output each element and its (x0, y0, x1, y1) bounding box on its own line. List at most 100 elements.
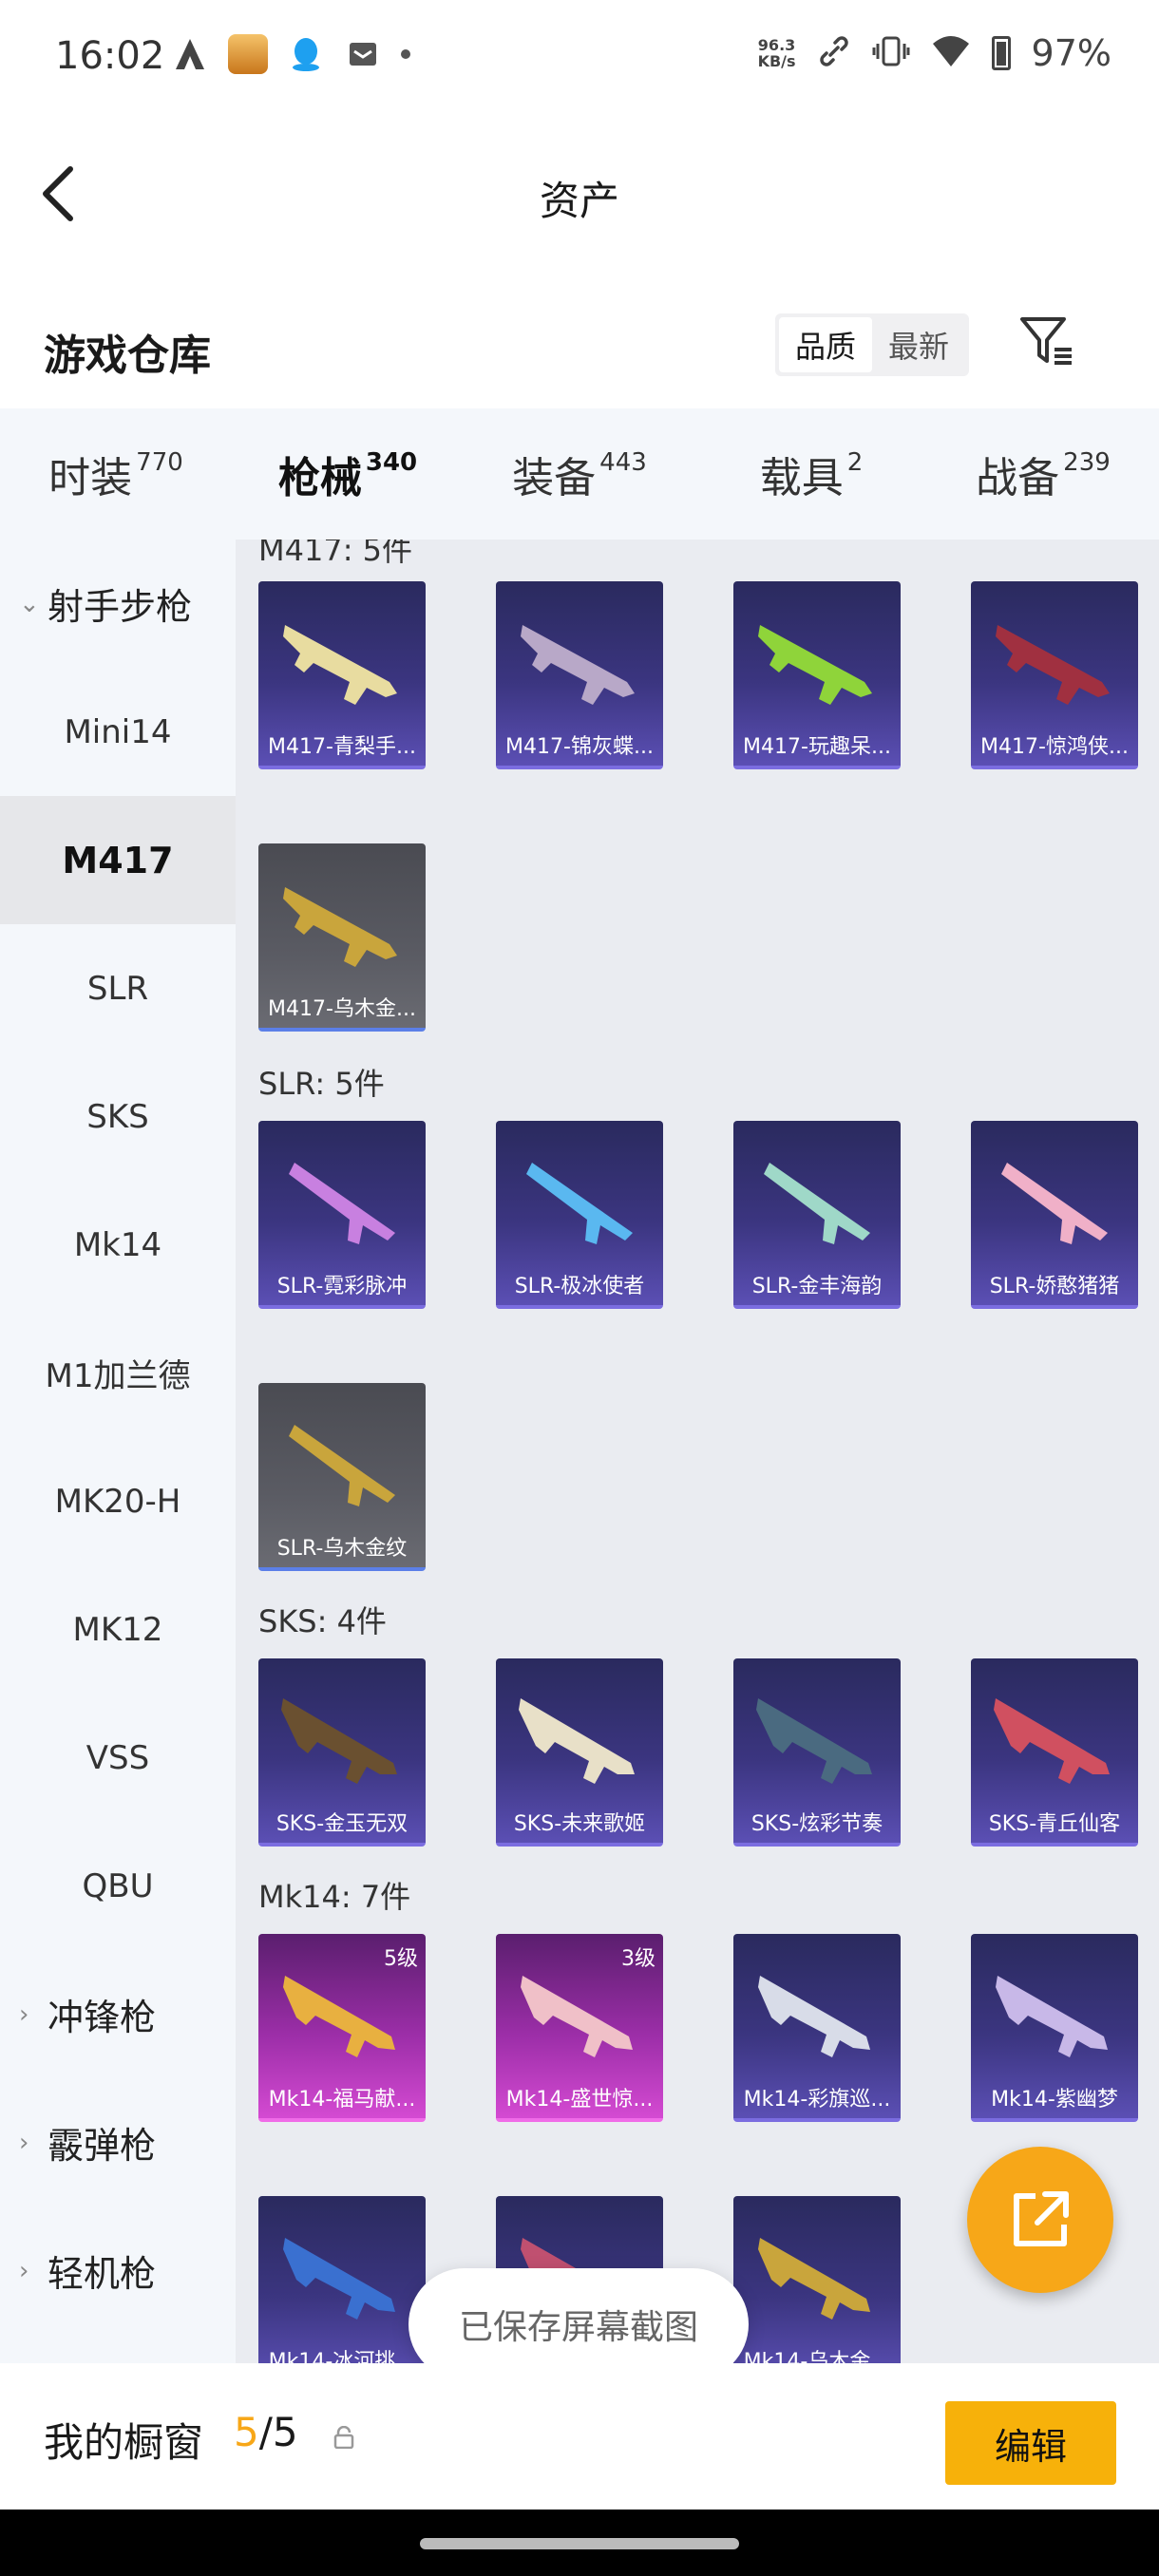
rifle-icon (996, 625, 1110, 705)
skin-card[interactable]: SLR-极冰使者 (496, 1121, 663, 1309)
tab-label: 枪械 (277, 454, 362, 502)
game-app-icon (228, 34, 268, 74)
share-fab-button[interactable] (967, 2147, 1113, 2293)
skin-card[interactable]: Mk14-冰河挑... (258, 2196, 426, 2363)
sidebar-group-smg[interactable]: › 冲锋枪 (0, 1950, 236, 2078)
sidebar-item-sks[interactable]: SKS (0, 1052, 236, 1181)
skin-card[interactable]: M417-锦灰蝶... (496, 581, 663, 769)
edit-button[interactable]: 编辑 (945, 2401, 1116, 2485)
sidebar-group-lmg[interactable]: › 轻机枪 (0, 2207, 236, 2335)
skin-card-label: SKS-炫彩节奏 (750, 1812, 884, 1836)
tab-label: 装备 (512, 454, 597, 502)
sidebar-item-mk14[interactable]: Mk14 (0, 1181, 236, 1309)
sidebar-item-m1-garand[interactable]: M1加兰德 (0, 1309, 236, 1437)
rifle-icon (283, 1976, 395, 2057)
skin-card[interactable]: Mk14-彩旗巡... (733, 1934, 901, 2122)
tab-fashion[interactable]: 时装 770 (0, 408, 232, 540)
skin-card-label: SLR-娇憨猪猪 (989, 1275, 1120, 1298)
rifle-icon (281, 1698, 397, 1784)
skin-card[interactable]: SLR-娇憨猪猪 (971, 1121, 1138, 1309)
tab-vehicles[interactable]: 载具 2 (695, 408, 927, 540)
skin-card-label: SKS-金玉无双 (276, 1812, 408, 1836)
skin-card-label: Mk14-彩旗巡... (743, 2088, 891, 2112)
tab-count: 340 (365, 448, 418, 477)
sidebar-group-marksman-rifles[interactable]: ⌄ 射手步枪 (0, 540, 236, 668)
sidebar-item-vss[interactable]: VSS (0, 1694, 236, 1822)
sort-latest-button[interactable]: 最新 (872, 317, 965, 372)
rifle-icon (1001, 1163, 1108, 1244)
skin-card-label: Mk14-冰河挑... (268, 2350, 416, 2363)
skin-card[interactable]: M417-惊鸿侠... (971, 581, 1138, 769)
skin-card[interactable]: Mk14-乌木金... (733, 2196, 901, 2363)
skin-card-label: M417-玩趣呆... (743, 735, 891, 759)
rifle-icon (283, 2238, 395, 2320)
skin-card-label: SLR-乌木金纹 (276, 1537, 408, 1561)
rifle-icon (996, 1976, 1108, 2057)
home-gesture-handle[interactable] (420, 2538, 739, 2549)
section-header-sks: SKS: 4件 (258, 1603, 387, 1639)
sidebar-item-qbu[interactable]: QBU (0, 1822, 236, 1950)
battery-level: 97% (1031, 32, 1112, 74)
sidebar-item-mk20h[interactable]: MK20-H (0, 1437, 236, 1565)
skin-card-label: Mk14-福马献... (268, 2088, 416, 2112)
level-badge: 3级 (621, 1947, 656, 1971)
sidebar-item-mini14[interactable]: Mini14 (0, 668, 236, 796)
status-bar: 16:02 96.3 KB/s 97% (0, 0, 1159, 118)
rifle-icon (283, 887, 397, 967)
skin-card[interactable]: 3级 Mk14-盛世惊... (496, 1934, 663, 2122)
rifle-icon (289, 1425, 395, 1506)
tab-label: 载具 (759, 454, 844, 502)
rifle-icon (283, 625, 397, 705)
tab-count: 2 (846, 448, 864, 477)
app-header: 资产 (0, 118, 1159, 270)
tab-label: 战备 (976, 454, 1060, 502)
skin-card[interactable]: M417-玩趣呆... (733, 581, 901, 769)
more-notifications-dot-icon (401, 49, 410, 59)
rifle-icon (758, 625, 872, 705)
sidebar-group-label: 霰弹枪 (48, 2125, 157, 2167)
skin-card[interactable]: SKS-金玉无双 (258, 1658, 426, 1847)
sidebar-item-mk12[interactable]: MK12 (0, 1565, 236, 1694)
tab-count: 239 (1063, 448, 1111, 477)
sort-toggle: 品质 最新 (775, 313, 969, 376)
tab-count: 443 (599, 448, 647, 477)
skin-card[interactable]: M417-青梨手... (258, 581, 426, 769)
category-tabs: 时装 770 枪械 340 装备 443 载具 2 战备 239 (0, 408, 1159, 540)
external-link-icon (1014, 2191, 1069, 2246)
skin-card-label: Mk14-紫幽梦 (991, 2088, 1118, 2112)
vibrate-icon (872, 34, 910, 72)
rifle-icon (994, 1698, 1110, 1784)
tab-supplies[interactable]: 战备 239 (927, 408, 1159, 540)
skin-card[interactable]: 5级 Mk14-福马献... (258, 1934, 426, 2122)
skin-card[interactable]: SLR-霓彩脉冲 (258, 1121, 426, 1309)
section-header-m417: M417: 5件 (258, 540, 413, 568)
skin-card[interactable]: SLR-金丰海韵 (733, 1121, 901, 1309)
sidebar-group-label: 冲锋枪 (48, 1997, 157, 2038)
skin-card-label: SLR-金丰海韵 (751, 1275, 883, 1298)
sort-quality-button[interactable]: 品质 (779, 317, 872, 372)
section-header-slr: SLR: 5件 (258, 1066, 385, 1102)
sidebar-item-slr[interactable]: SLR (0, 924, 236, 1052)
showcase-label: 我的橱窗 (44, 2419, 204, 2466)
rifle-icon (519, 1698, 635, 1784)
skin-card-label: Mk14-盛世惊... (505, 2088, 654, 2112)
rifle-icon (289, 1163, 395, 1244)
skin-card[interactable]: M417-乌木金... (258, 843, 426, 1032)
tab-label: 时装 (48, 454, 133, 502)
filter-button[interactable] (1016, 312, 1077, 372)
skin-card[interactable]: SKS-青丘仙客 (971, 1658, 1138, 1847)
weapon-type-sidebar: ⌄ 射手步枪 Mini14 M417 SLR SKS Mk14 M1加兰德 MK… (0, 540, 236, 2363)
skin-card[interactable]: SKS-未来歌姬 (496, 1658, 663, 1847)
skin-card[interactable]: Mk14-紫幽梦 (971, 1934, 1138, 2122)
skin-card[interactable]: SKS-炫彩节奏 (733, 1658, 901, 1847)
wifi-icon (931, 34, 971, 72)
sidebar-item-m417[interactable]: M417 (0, 796, 236, 924)
tab-firearms[interactable]: 枪械 340 (232, 408, 464, 540)
tab-equipment[interactable]: 装备 443 (464, 408, 695, 540)
sidebar-group-shotgun[interactable]: › 霰弹枪 (0, 2078, 236, 2207)
skin-card[interactable]: SLR-乌木金纹 (258, 1383, 426, 1571)
system-navigation-bar (0, 2510, 1159, 2576)
chevron-right-icon: › (19, 2128, 29, 2157)
skin-card-label: SKS-青丘仙客 (988, 1812, 1121, 1836)
skin-card-label: SKS-未来歌姬 (513, 1812, 646, 1836)
